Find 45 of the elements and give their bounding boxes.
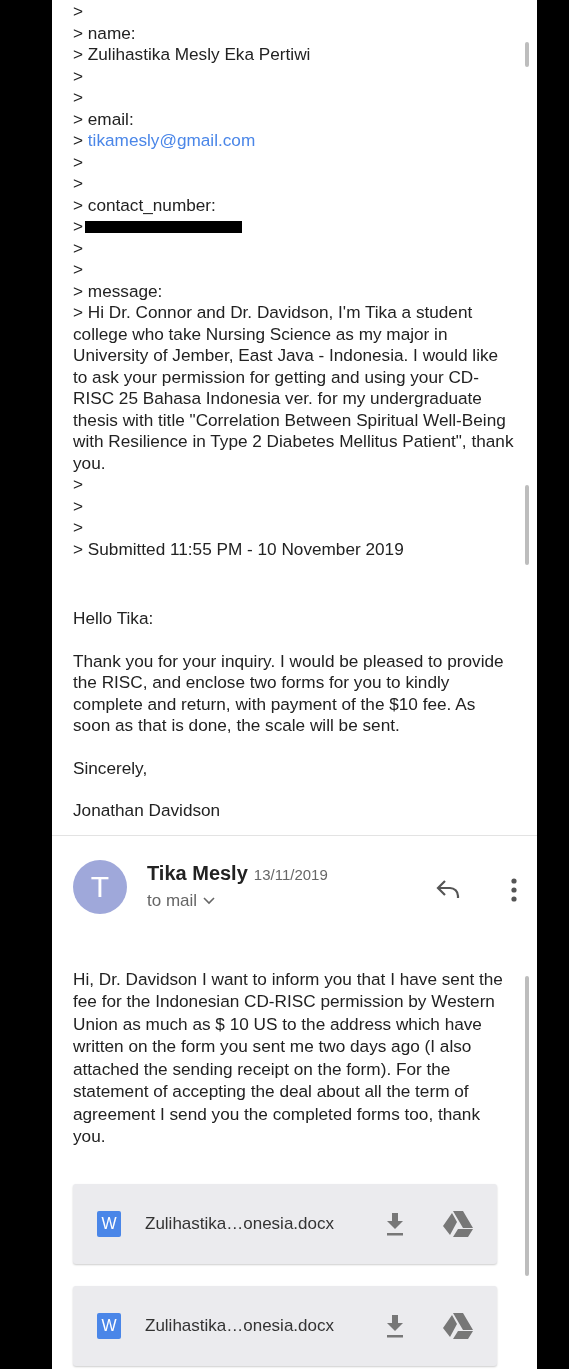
quoted-line: > (73, 517, 85, 539)
quoted-line: > (73, 65, 85, 87)
reply-paragraph: Hello Tika: (73, 608, 155, 630)
quoted-line: > tikamesly@gmail.com (73, 130, 257, 152)
quoted-line: > email: (73, 108, 135, 130)
drive-icon[interactable] (443, 1312, 473, 1339)
scrollbar-thumb[interactable] (525, 485, 529, 565)
reply-paragraph: Thank you for your inquiry. I would be pleased to provide the RISC, and enclose two forms for you to kindly complete and return, with payment of the $10 fee. As soon as that is done, the scale will be sent. (73, 650, 505, 737)
quoted-line: > (73, 495, 85, 517)
chevron-down-icon (203, 896, 216, 905)
avatar: T (73, 859, 127, 914)
quoted-line: > (73, 474, 85, 496)
recipient-toggle[interactable]: to mail (147, 890, 216, 911)
attachment-card[interactable]: W Zulihastika…onesia.docx (73, 1285, 497, 1366)
message-body: Hi, Dr. Davidson I want to inform you that I have sent the fee for the Indonesian CD-RISC permission by Western Union as much as $ 10 US to the address which have written on the form you sent me two days ago (I also attached the sending receipt on the form). For the statement of accepting the deal about all the term of agreement I send you the completed forms too, thank you. (73, 967, 504, 1148)
sender-name: Tika Mesly (147, 861, 248, 885)
download-icon[interactable] (385, 1313, 405, 1338)
download-icon[interactable] (385, 1211, 405, 1236)
reply-icon (435, 877, 461, 900)
quoted-line: > (73, 216, 515, 238)
quoted-line: > contact_number: (73, 194, 217, 216)
reply-paragraph: Jonathan Davidson (73, 800, 222, 822)
quoted-line: > (73, 259, 85, 281)
scrollbar-thumb[interactable] (525, 42, 529, 67)
word-file-icon: W (97, 1312, 121, 1339)
attachment-name: Zulihastika…onesia.docx (145, 1213, 335, 1234)
quoted-line: > (73, 1, 85, 23)
quoted-line: > message: (73, 280, 164, 302)
attachment-name: Zulihastika…onesia.docx (145, 1315, 335, 1336)
quoted-line: > (73, 151, 85, 173)
scrollbar-thumb[interactable] (525, 975, 529, 1276)
quoted-line: > (73, 173, 85, 195)
attachment-card[interactable]: W Zulihastika…onesia.docx (73, 1183, 497, 1264)
drive-icon[interactable] (443, 1210, 473, 1237)
quoted-line: > (73, 237, 85, 259)
email-link[interactable]: tikamesly@gmail.com (87, 130, 256, 150)
quoted-line: > Zulihastika Mesly Eka Pertiwi (73, 44, 312, 66)
quoted-line: > name: (73, 22, 137, 44)
quoted-line: > (73, 87, 85, 109)
quoted-line: > Submitted 11:55 PM - 10 November 2019 (73, 538, 405, 560)
quoted-line: > Hi Dr. Connor and Dr. Davidson, I'm Tika a student college who take Nursing Science as my major in University of Jember, East Java - Indonesia. I would like to ask your permission for getting and using your CD-RISC 25 Bahasa Indonesia ver. for my undergraduate thesis with title "Correlation Between Spiritual Well-Being with Resilience in Type 2 Diabetes Mellitus Patient", thank you. (73, 302, 515, 474)
reply-paragraph: Sincerely, (73, 757, 149, 779)
more-vertical-icon (511, 877, 517, 902)
message-date: 13/11/2019 (253, 865, 328, 883)
word-file-icon: W (97, 1210, 121, 1237)
